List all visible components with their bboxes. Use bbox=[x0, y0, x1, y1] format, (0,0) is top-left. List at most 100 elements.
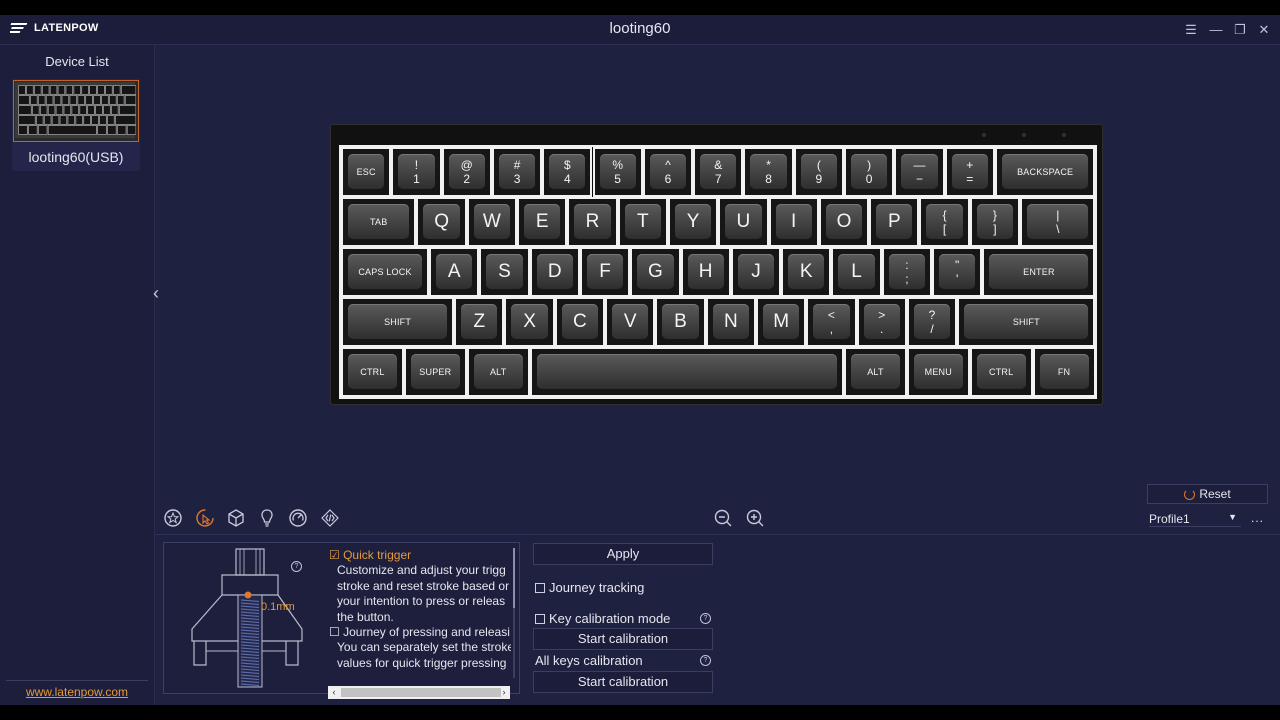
symbol-key[interactable]: % 5 bbox=[592, 147, 643, 197]
horizontal-scrollbar[interactable]: ‹ › bbox=[328, 686, 510, 699]
key-calibration-mode-option[interactable]: Key calibration mode bbox=[535, 611, 670, 626]
website-link[interactable]: www.latenpow.com bbox=[0, 685, 154, 699]
r-key[interactable]: R bbox=[567, 197, 618, 247]
restore-icon[interactable]: ❐ bbox=[1231, 21, 1249, 39]
symbol-key[interactable]: #3 bbox=[491, 147, 543, 197]
alt-key[interactable]: ALT bbox=[844, 347, 907, 397]
fn-key[interactable]: FN bbox=[1032, 347, 1096, 397]
journey-tracking-option[interactable]: Journey tracking bbox=[535, 580, 644, 595]
minimize-icon[interactable]: — bbox=[1207, 21, 1225, 39]
symbol-key[interactable]: <, bbox=[806, 297, 857, 347]
help-icon[interactable]: ? bbox=[291, 561, 302, 572]
j-key[interactable]: J bbox=[730, 247, 782, 297]
more-options-button[interactable]: ... bbox=[1251, 511, 1264, 525]
journey-tracking-checkbox[interactable] bbox=[535, 582, 545, 593]
h-key[interactable]: H bbox=[680, 247, 731, 297]
p-key[interactable]: P bbox=[869, 197, 920, 247]
lightbulb-icon[interactable] bbox=[257, 508, 277, 528]
scroll-left-icon[interactable]: ‹ bbox=[328, 686, 340, 699]
apply-button[interactable]: Apply bbox=[533, 543, 713, 565]
quick-trigger-icon[interactable] bbox=[195, 508, 215, 528]
b-key[interactable]: B bbox=[655, 297, 706, 347]
l-key[interactable]: L bbox=[831, 247, 882, 297]
zoom-out-icon[interactable] bbox=[713, 508, 733, 528]
symbol-key[interactable]: ? / bbox=[906, 297, 958, 347]
symbol-key[interactable]: @2 bbox=[441, 147, 492, 197]
symbol-key[interactable]: ) 0 bbox=[844, 147, 895, 197]
collapse-sidebar-icon[interactable]: ‹ bbox=[153, 283, 159, 304]
thumbnail-key bbox=[38, 125, 48, 135]
device-item[interactable]: looting60(USB) bbox=[12, 79, 140, 171]
ctrl-key[interactable]: CTRL bbox=[969, 347, 1033, 397]
w-key[interactable]: W bbox=[466, 197, 518, 247]
symbol-key[interactable]: (9 bbox=[793, 147, 844, 197]
symbol-key[interactable]: * 8 bbox=[743, 147, 794, 197]
z-key[interactable]: Z bbox=[454, 297, 505, 347]
v-key[interactable]: V bbox=[605, 297, 656, 347]
k-key[interactable]: K bbox=[781, 247, 832, 297]
start-calibration-button[interactable]: Start calibration bbox=[533, 628, 713, 650]
esc-key[interactable]: ESC bbox=[341, 147, 392, 197]
thumbnail-key bbox=[113, 85, 121, 95]
n-key[interactable]: N bbox=[705, 297, 756, 347]
d-key[interactable]: D bbox=[529, 247, 580, 297]
quick-trigger-option[interactable]: ☑ Quick trigger bbox=[329, 548, 511, 563]
start-all-calibration-button[interactable]: Start calibration bbox=[533, 671, 713, 693]
ctrl-key[interactable]: CTRL bbox=[341, 347, 404, 397]
profile-select[interactable]: Profile1 ▼ bbox=[1149, 512, 1241, 527]
y-key[interactable]: Y bbox=[667, 197, 719, 247]
symbol-key[interactable]: :; bbox=[881, 247, 933, 297]
backspace-key[interactable]: BACKSPACE bbox=[994, 147, 1096, 197]
symbol-key[interactable]: $4 bbox=[542, 147, 593, 197]
symbol-key[interactable]: & 7 bbox=[693, 147, 744, 197]
a-key[interactable]: A bbox=[429, 247, 480, 297]
e-key[interactable]: E bbox=[517, 197, 568, 247]
symbol-key[interactable]: " ' bbox=[932, 247, 983, 297]
u-key[interactable]: U bbox=[718, 197, 769, 247]
i-key[interactable]: I bbox=[768, 197, 819, 247]
enter-key[interactable]: ENTER bbox=[982, 247, 1096, 297]
o-key[interactable]: O bbox=[818, 197, 870, 247]
symbol-key[interactable]: >. bbox=[856, 297, 907, 347]
scroll-thumb[interactable] bbox=[341, 688, 501, 697]
symbol-key[interactable]: ! 1 bbox=[391, 147, 442, 197]
gauge-icon[interactable] bbox=[288, 508, 308, 528]
key-calibration-checkbox[interactable] bbox=[535, 613, 545, 624]
m-key[interactable]: M bbox=[755, 297, 807, 347]
shift-key[interactable]: SHIFT bbox=[957, 297, 1096, 347]
star-icon[interactable] bbox=[163, 508, 183, 528]
space-key[interactable] bbox=[529, 347, 844, 397]
scroll-right-icon[interactable]: › bbox=[498, 686, 510, 699]
close-icon[interactable]: ✕ bbox=[1255, 21, 1273, 39]
symbol-key[interactable]: }] bbox=[969, 197, 1021, 247]
g-key[interactable]: G bbox=[630, 247, 681, 297]
menu-icon[interactable]: ☰ bbox=[1182, 21, 1200, 39]
symbol-key[interactable]: | \ bbox=[1020, 197, 1096, 247]
scroll-thumb[interactable] bbox=[513, 548, 515, 608]
menu-key[interactable]: MENU bbox=[906, 347, 970, 397]
cube-icon[interactable] bbox=[226, 508, 246, 528]
keycap: P bbox=[876, 204, 913, 239]
shift-key[interactable]: SHIFT bbox=[341, 297, 455, 347]
symbol-key[interactable]: ^ 6 bbox=[642, 147, 694, 197]
code-icon[interactable] bbox=[320, 508, 340, 528]
f-key[interactable]: F bbox=[579, 247, 631, 297]
reset-button[interactable]: Reset bbox=[1147, 484, 1268, 504]
zoom-in-icon[interactable] bbox=[745, 508, 765, 528]
vertical-scrollbar[interactable] bbox=[513, 548, 515, 678]
symbol-key[interactable]: + = bbox=[944, 147, 995, 197]
super-key[interactable]: SUPER bbox=[403, 347, 467, 397]
t-key[interactable]: T bbox=[617, 197, 668, 247]
x-key[interactable]: X bbox=[504, 297, 555, 347]
s-key[interactable]: S bbox=[479, 247, 530, 297]
symbol-key[interactable]: — − bbox=[894, 147, 945, 197]
q-key[interactable]: Q bbox=[416, 197, 467, 247]
caps-lock-key[interactable]: CAPS LOCK bbox=[341, 247, 430, 297]
alt-key[interactable]: ALT bbox=[466, 347, 530, 397]
symbol-key[interactable]: {[ bbox=[919, 197, 970, 247]
help-icon[interactable]: ? bbox=[700, 655, 711, 666]
journey-option[interactable]: ☐ Journey of pressing and releasi bbox=[329, 625, 511, 640]
tab-key[interactable]: TAB bbox=[341, 197, 417, 247]
c-key[interactable]: C bbox=[554, 297, 606, 347]
help-icon[interactable]: ? bbox=[700, 613, 711, 624]
